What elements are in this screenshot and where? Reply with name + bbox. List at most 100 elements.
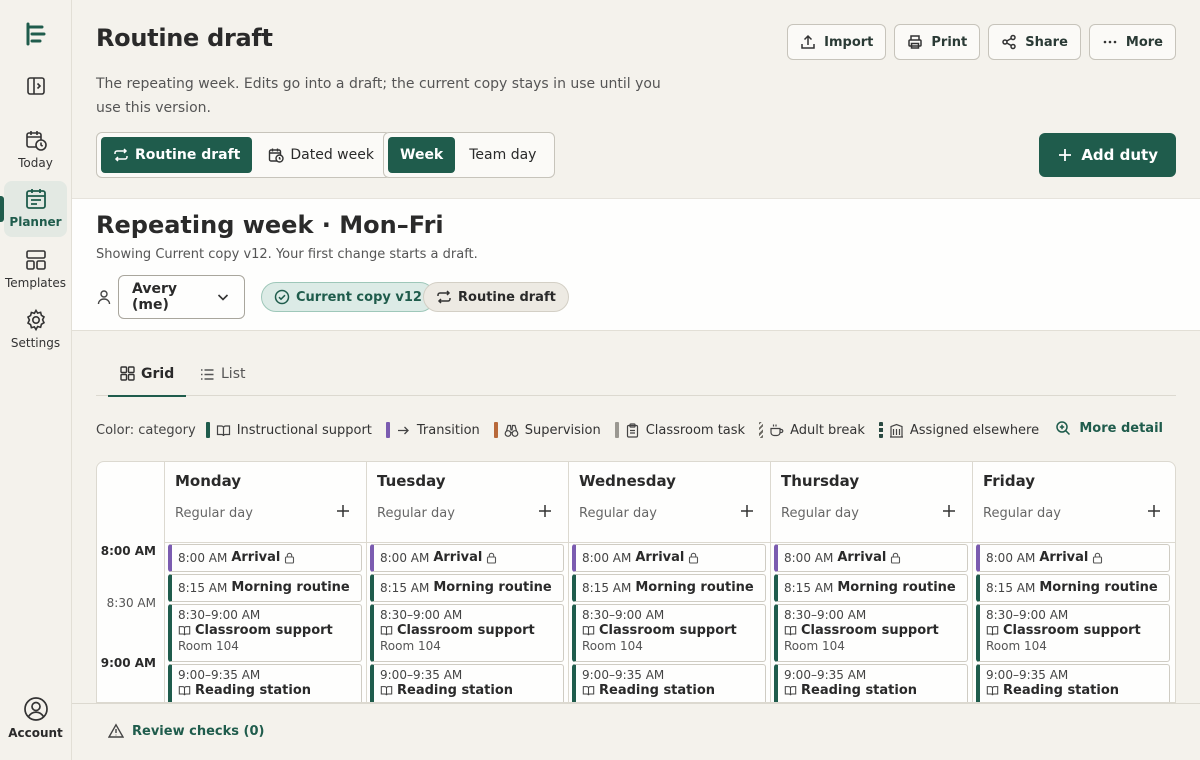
duty-card[interactable]: 9:00–9:35 AM Reading station [774, 664, 968, 702]
user-circle-icon [23, 696, 49, 722]
duty-card[interactable]: 8:15 AM Morning routine [976, 574, 1170, 602]
chevron-down-icon [216, 290, 230, 304]
duty-card[interactable]: 8:00 AM Arrival [976, 544, 1170, 572]
duty-card[interactable]: 9:00–9:35 AM Reading station [572, 664, 766, 702]
more-detail-button[interactable]: More detail [1055, 420, 1163, 436]
account-button[interactable]: Account [4, 696, 67, 746]
tab-list-label: List [221, 366, 246, 382]
warning-triangle-icon [108, 723, 124, 739]
duty-card[interactable]: 8:00 AM Arrival [370, 544, 564, 572]
current-copy-label: Current copy v12 [296, 289, 422, 305]
person-icon [96, 289, 112, 305]
duty-card[interactable]: 8:30–9:00 AM Classroom support Room 104 [976, 604, 1170, 662]
legend-label: Adult break [790, 422, 865, 438]
review-checks-button[interactable]: Review checks (0) [108, 723, 264, 739]
duty-name: Morning routine [635, 580, 754, 595]
binoculars-icon [504, 423, 519, 438]
duty-card[interactable]: 8:30–9:00 AM Classroom support Room 104 [168, 604, 362, 662]
printer-icon [907, 34, 923, 50]
dated-week-toggle[interactable]: Dated week [256, 137, 386, 173]
page-title: Routine draft [96, 24, 273, 52]
duty-name: Classroom support [801, 623, 939, 638]
print-button[interactable]: Print [894, 24, 981, 60]
duty-name: Arrival [635, 550, 685, 565]
share-label: Share [1025, 34, 1068, 50]
tab-grid[interactable]: Grid [108, 352, 187, 397]
sidebar-item-settings[interactable]: Settings [4, 302, 67, 358]
more-button[interactable]: More [1088, 24, 1176, 60]
duty-room: Room 104 [582, 639, 643, 653]
duty-card[interactable]: 8:30–9:00 AM Classroom support Room 104 [572, 604, 766, 662]
add-duty-plus-icon[interactable] [538, 504, 552, 518]
day-type-label[interactable]: Regular day [175, 506, 253, 521]
duty-card[interactable]: 8:15 AM Morning routine [774, 574, 968, 602]
share-button[interactable]: Share [988, 24, 1081, 60]
sidebar-item-planner[interactable]: Planner [4, 181, 67, 237]
duty-card[interactable]: 8:15 AM Morning routine [168, 574, 362, 602]
duty-card[interactable]: 8:15 AM Morning routine [572, 574, 766, 602]
app-logo-icon[interactable] [22, 20, 50, 48]
lock-icon [284, 552, 295, 564]
day-type-label[interactable]: Regular day [579, 506, 657, 521]
import-button[interactable]: Import [787, 24, 887, 60]
duty-card[interactable]: 8:00 AM Arrival [774, 544, 968, 572]
week-title: Repeating week · Mon–Fri [96, 211, 444, 239]
day-type-label[interactable]: Regular day [377, 506, 455, 521]
duty-time: 8:30–9:00 AM [178, 608, 261, 622]
planner-icon [24, 187, 48, 211]
lock-icon [890, 552, 901, 564]
week-label: Week [400, 147, 444, 163]
duty-time: 8:15 AM [178, 580, 228, 595]
week-view-toggle[interactable]: Week [388, 137, 456, 173]
routine-draft-toggle[interactable]: Routine draft [101, 137, 253, 173]
day-header: Thursday Regular day [771, 462, 972, 543]
legend-swatch [614, 422, 619, 438]
sidebar-toggle-icon[interactable] [24, 74, 48, 98]
routine-draft-chip: Routine draft [423, 282, 569, 312]
legend-item-supervision: Supervision [493, 422, 601, 438]
dated-week-label: Dated week [290, 147, 374, 163]
sidebar-item-templates[interactable]: Templates [4, 242, 67, 298]
duty-card[interactable]: 8:00 AM Arrival [572, 544, 766, 572]
time-label: 9:00 AM [100, 656, 156, 670]
arrow-right-icon [396, 423, 411, 438]
duty-room: Room 104 [784, 639, 845, 653]
duty-card[interactable]: 9:00–9:35 AM Reading station [976, 664, 1170, 702]
day-type-label[interactable]: Regular day [983, 506, 1061, 521]
view-toggle: Week Team day [383, 132, 556, 178]
current-copy-chip: Current copy v12 [261, 282, 435, 312]
repeat-icon [436, 289, 452, 305]
book-icon [784, 684, 797, 697]
tab-list[interactable]: List [188, 352, 257, 396]
sidebar-item-today[interactable]: Today [4, 122, 67, 178]
duty-time: 8:00 AM [178, 550, 228, 565]
time-column: 8:00 AM 8:30 AM 9:00 AM [97, 462, 165, 702]
day-type-label[interactable]: Regular day [781, 506, 859, 521]
team-day-toggle[interactable]: Team day [459, 137, 550, 173]
duty-card[interactable]: 8:00 AM Arrival [168, 544, 362, 572]
duty-room: Room 104 [986, 639, 1047, 653]
lock-icon [688, 552, 699, 564]
add-duty-button[interactable]: Add duty [1039, 133, 1176, 177]
building-icon [889, 423, 904, 438]
duty-card[interactable]: 9:00–9:35 AM Reading station [370, 664, 564, 702]
add-duty-plus-icon[interactable] [942, 504, 956, 518]
share-icon [1001, 34, 1017, 50]
add-duty-plus-icon[interactable] [336, 504, 350, 518]
add-duty-plus-icon[interactable] [1147, 504, 1161, 518]
check-circle-icon [274, 289, 290, 305]
duty-card[interactable]: 9:00–9:35 AM Reading station [168, 664, 362, 702]
duty-time: 9:00–9:35 AM [380, 668, 463, 682]
duty-time: 8:30–9:00 AM [986, 608, 1069, 622]
review-checks-label: Review checks (0) [132, 723, 265, 739]
person-select[interactable]: Avery (me) [118, 275, 245, 319]
duty-card[interactable]: 8:30–9:00 AM Classroom support Room 104 [370, 604, 564, 662]
duty-card[interactable]: 8:15 AM Morning routine [370, 574, 564, 602]
add-duty-plus-icon[interactable] [740, 504, 754, 518]
duty-time: 8:15 AM [986, 580, 1036, 595]
page-description: The repeating week. Edits go into a draf… [96, 76, 661, 116]
duty-time: 8:30–9:00 AM [582, 608, 665, 622]
book-icon [380, 624, 393, 637]
week-grid: 8:00 AM 8:30 AM 9:00 AM Monday Regular da… [96, 461, 1176, 703]
duty-card[interactable]: 8:30–9:00 AM Classroom support Room 104 [774, 604, 968, 662]
